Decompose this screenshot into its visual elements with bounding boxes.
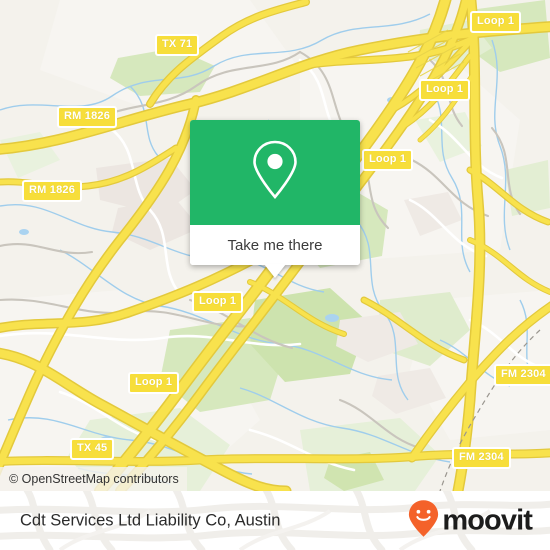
- footer-bar: Cdt Services Ltd Liability Co, Austin mo…: [0, 491, 550, 550]
- road-shield: Loop 1: [362, 149, 414, 171]
- moovit-map-page: TX 71 Loop 1 Loop 1 RM 1826 Loop 1 RM 18…: [0, 0, 550, 550]
- place-title-text: Cdt Services Ltd Liability Co, Austin: [20, 511, 281, 529]
- map-canvas[interactable]: TX 71 Loop 1 Loop 1 RM 1826 Loop 1 RM 18…: [0, 0, 550, 491]
- road-shield: Loop 1: [192, 291, 244, 313]
- take-me-there-label: Take me there: [227, 236, 323, 254]
- take-me-there-button[interactable]: Take me there: [190, 225, 360, 265]
- location-popup[interactable]: Take me there: [190, 120, 360, 278]
- road-shield: Loop 1: [470, 11, 522, 33]
- popup-image-area: [190, 120, 360, 225]
- moovit-logo[interactable]: moovit: [408, 499, 533, 542]
- road-shield: Loop 1: [419, 79, 471, 101]
- road-shield: FM 2304: [452, 447, 511, 469]
- moovit-wordmark: moovit: [442, 504, 533, 536]
- road-shield: RM 1826: [22, 180, 83, 202]
- moovit-pin-smile-icon: [408, 499, 439, 542]
- road-shield: TX 71: [155, 34, 200, 56]
- popup-tail: [264, 264, 286, 278]
- road-shield: TX 45: [70, 438, 115, 460]
- map-pin-icon: [249, 139, 301, 206]
- road-shield: RM 1826: [57, 106, 118, 128]
- attribution-text: © OpenStreetMap contributors: [9, 472, 179, 486]
- road-shield: FM 2304: [494, 364, 550, 386]
- map-attribution[interactable]: © OpenStreetMap contributors: [0, 467, 187, 491]
- place-title: Cdt Services Ltd Liability Co, Austin: [20, 511, 280, 530]
- road-shield: Loop 1: [128, 372, 180, 394]
